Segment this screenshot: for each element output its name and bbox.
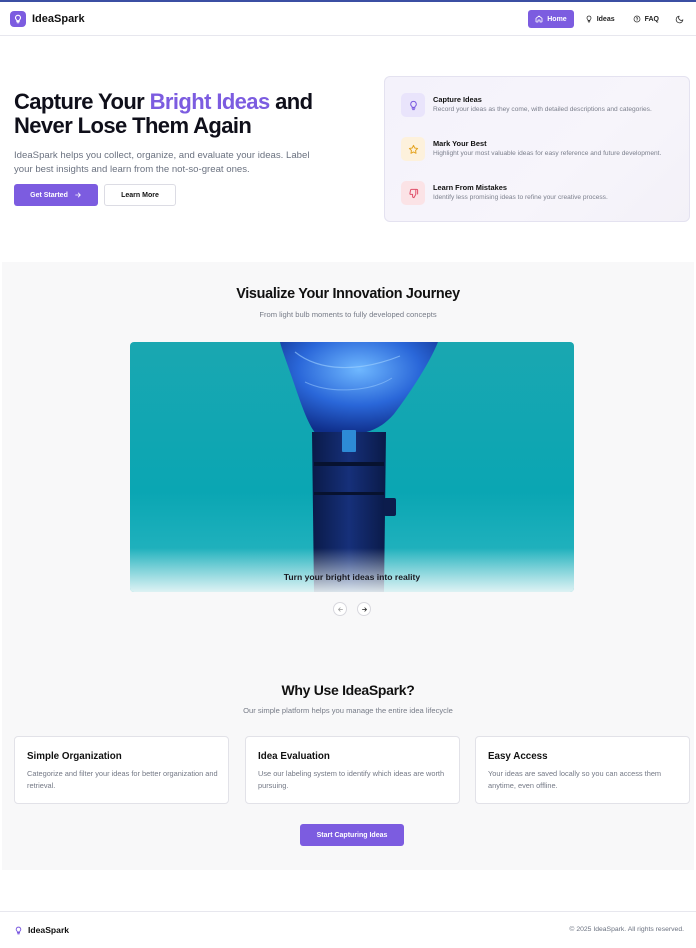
feature-learn-mistakes: Learn From Mistakes Identify less promis…: [401, 181, 665, 205]
why-subtitle: Our simple platform helps you manage the…: [243, 706, 453, 715]
feature-title: Mark Your Best: [433, 139, 487, 148]
feature-text: Highlight your most valuable ideas for e…: [433, 150, 662, 157]
nav-faq[interactable]: FAQ: [626, 10, 666, 28]
nav-ideas[interactable]: Ideas: [578, 10, 622, 28]
why-card-text: Use our labeling system to identify whic…: [258, 769, 445, 790]
footer: IdeaSpark © 2025 IdeaSpark. All rights r…: [0, 911, 696, 948]
hero-title-accent: Bright Ideas: [149, 89, 271, 114]
lightbulb-icon: [15, 926, 22, 934]
hero-title: Capture Your Bright Ideas and Never Lose…: [14, 90, 354, 138]
brand-link[interactable]: IdeaSpark: [10, 11, 85, 27]
why-card-evaluation: Idea Evaluation Use our labeling system …: [245, 736, 460, 804]
footer-brand-name: IdeaSpark: [28, 925, 70, 935]
star-icon: [401, 137, 425, 161]
nav-home[interactable]: Home: [528, 10, 574, 28]
hero-description: IdeaSpark helps you collect, organize, a…: [14, 150, 310, 175]
start-capturing-button[interactable]: Start Capturing Ideas: [300, 824, 404, 846]
image-carousel[interactable]: Turn your bright ideas into reality: [130, 342, 574, 592]
lightbulb-icon: [586, 15, 592, 23]
why-card-organization: Simple Organization Categorize and filte…: [14, 736, 229, 804]
learn-more-button[interactable]: Learn More: [104, 184, 176, 206]
carousel-fade: [130, 548, 574, 592]
why-card-text: Categorize and filter your ideas for bet…: [27, 769, 218, 790]
get-started-label: Get Started: [30, 191, 68, 199]
feature-mark-best: Mark Your Best Highlight your most valua…: [401, 137, 665, 161]
arrow-right-icon: [361, 606, 367, 612]
lightbulb-icon: [10, 11, 26, 27]
why-card-title: Idea Evaluation: [258, 751, 330, 762]
nav-ideas-label: Ideas: [596, 15, 615, 23]
gallery-title: Visualize Your Innovation Journey: [236, 286, 460, 302]
carousel-next-button[interactable]: [357, 602, 371, 616]
feature-text: Record your ideas as they come, with det…: [433, 106, 652, 113]
why-title: Why Use IdeaSpark?: [281, 682, 415, 698]
gallery-subtitle: From light bulb moments to fully develop…: [259, 310, 437, 319]
why-card-title: Simple Organization: [27, 751, 122, 762]
arrow-left-icon: [337, 606, 343, 612]
home-icon: [535, 15, 543, 23]
moon-icon: [675, 15, 683, 23]
gallery-section: Visualize Your Innovation Journey From l…: [2, 262, 694, 870]
nav-faq-label: FAQ: [644, 15, 659, 23]
feature-title: Learn From Mistakes: [433, 183, 507, 192]
carousel-prev-button[interactable]: [333, 602, 347, 616]
feature-card: Capture Ideas Record your ideas as they …: [384, 76, 690, 222]
feature-title: Capture Ideas: [433, 95, 482, 104]
get-started-button[interactable]: Get Started: [14, 184, 98, 206]
carousel-caption: Turn your bright ideas into reality: [283, 572, 421, 582]
arrow-right-icon: [75, 192, 81, 198]
hero-title-part1: Capture Your: [14, 89, 150, 114]
why-card-title: Easy Access: [488, 751, 548, 762]
brand-name: IdeaSpark: [32, 13, 85, 25]
nav-home-label: Home: [547, 15, 567, 23]
feature-text: Identify less promising ideas to refine …: [433, 194, 608, 201]
help-circle-icon: [633, 15, 640, 23]
main-nav: Home Ideas FAQ: [528, 10, 688, 28]
footer-brand[interactable]: IdeaSpark: [14, 925, 69, 935]
thumbs-down-icon: [401, 181, 425, 205]
why-card-access: Easy Access Your ideas are saved locally…: [475, 736, 690, 804]
feature-capture-ideas: Capture Ideas Record your ideas as they …: [401, 93, 665, 117]
lightbulb-icon: [401, 93, 425, 117]
header: IdeaSpark Home Ideas FAQ: [0, 2, 696, 36]
why-card-text: Your ideas are saved locally so you can …: [488, 769, 662, 790]
theme-toggle-button[interactable]: [670, 10, 688, 28]
copyright-text: © 2025 IdeaSpark. All rights reserved.: [569, 926, 684, 933]
